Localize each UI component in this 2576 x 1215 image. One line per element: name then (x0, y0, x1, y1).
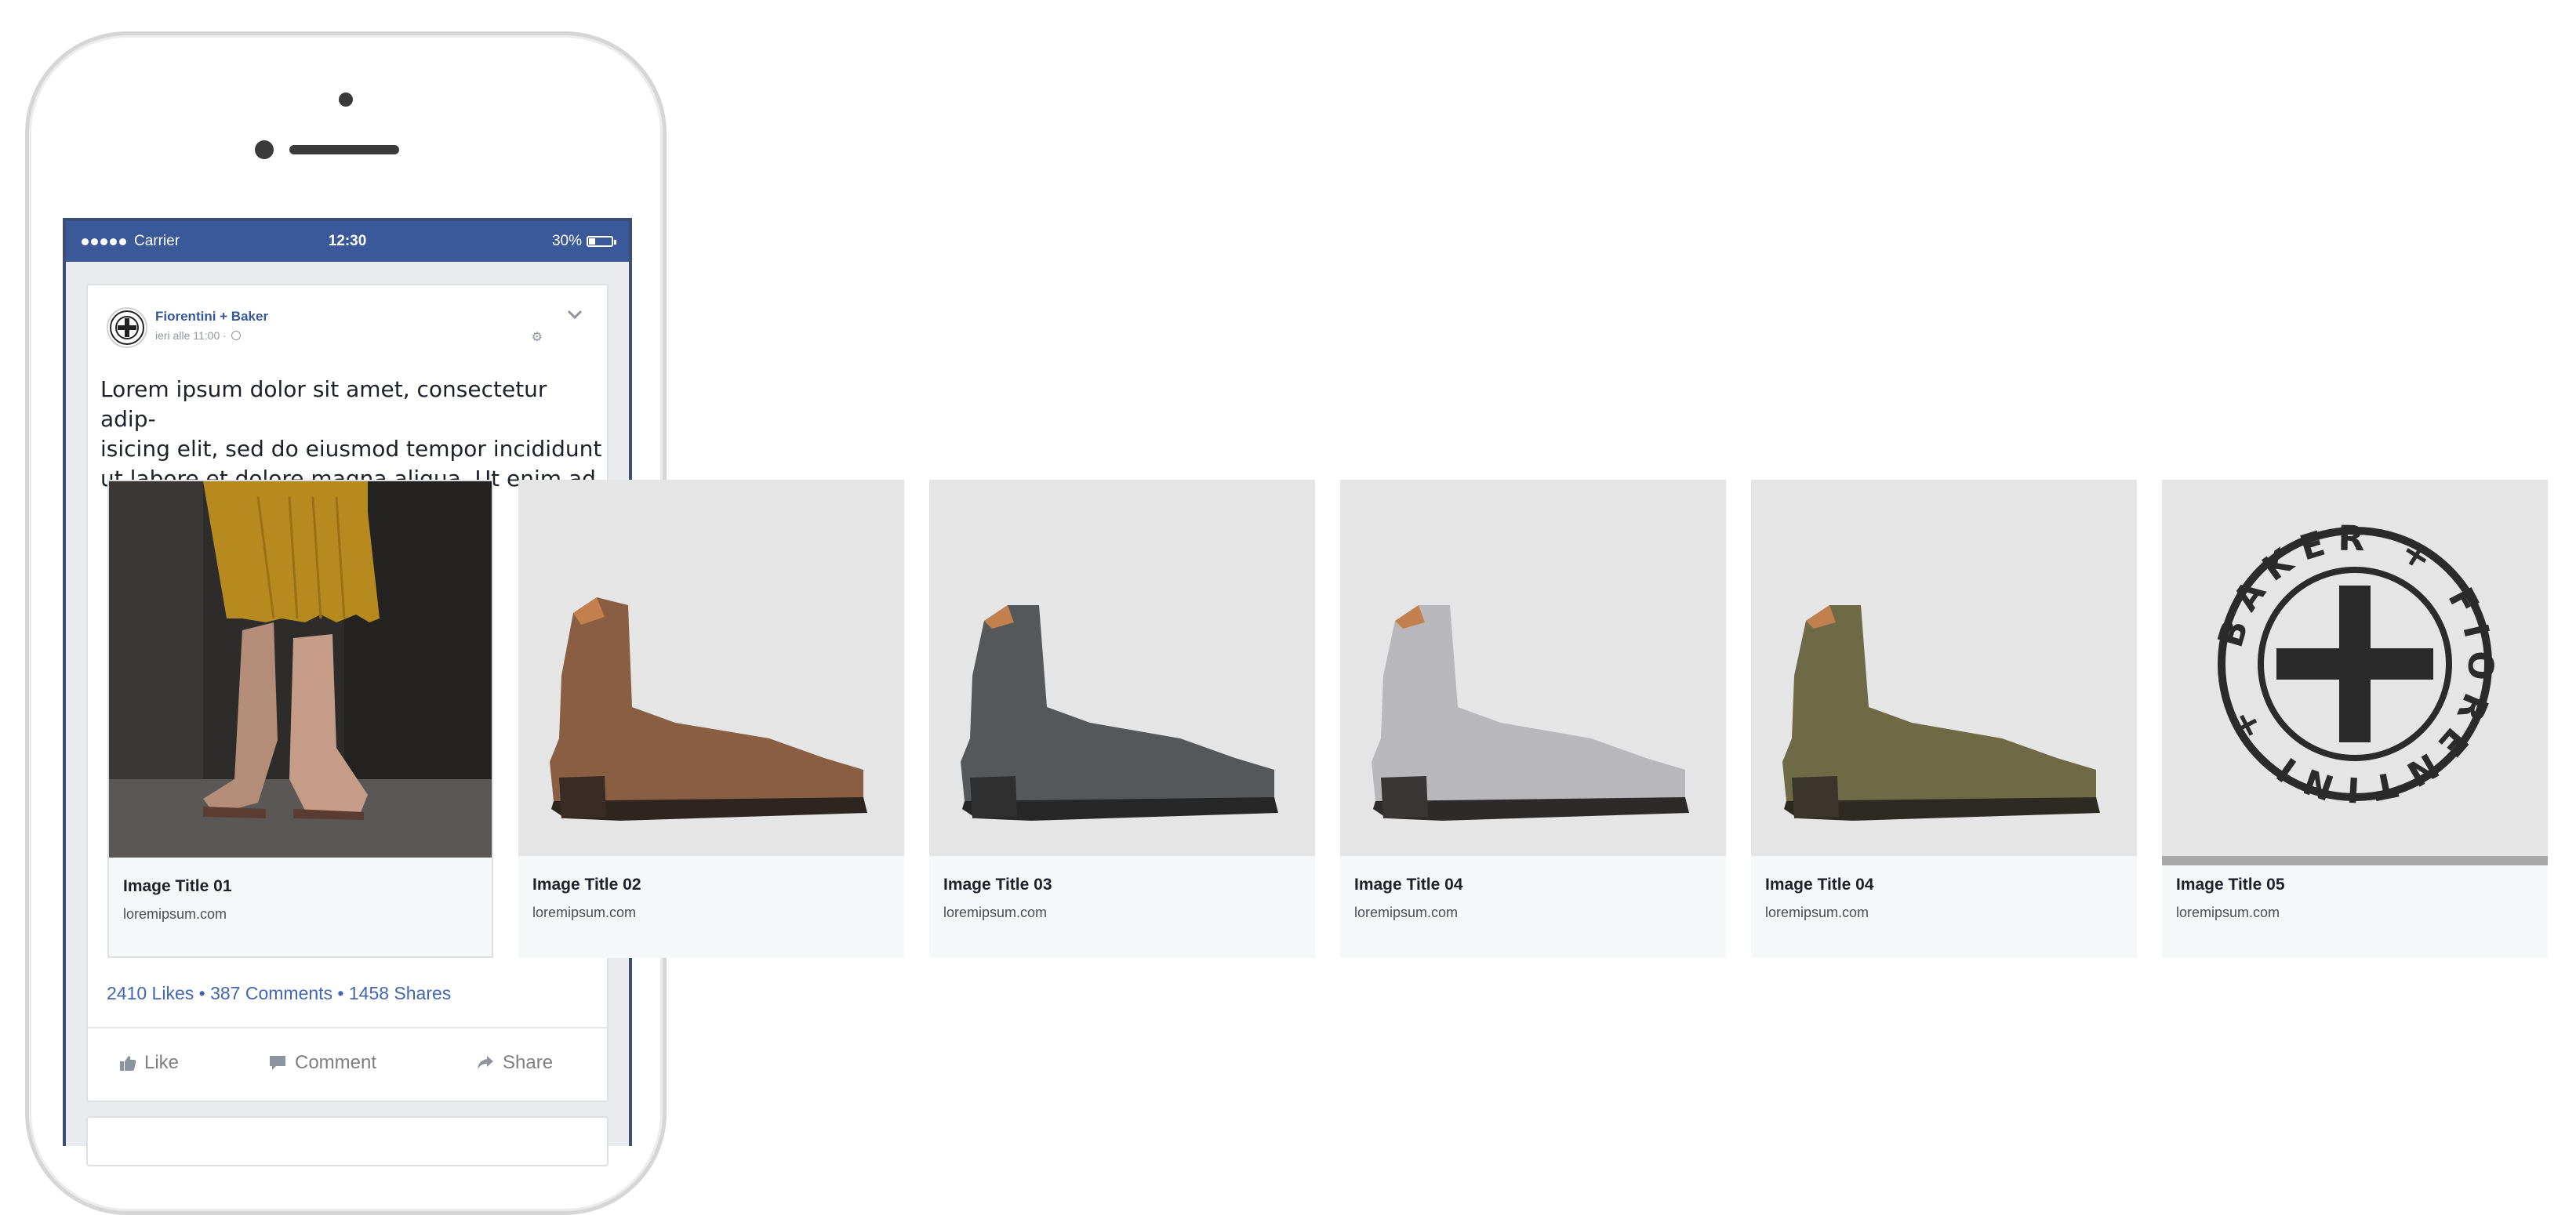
engagement-stats[interactable]: 2410 Likes • 387 Comments • 1458 Shares (107, 983, 451, 1004)
like-button[interactable]: Like (119, 1052, 179, 1074)
page-avatar[interactable] (107, 307, 147, 348)
carousel-url-1[interactable]: loremipsum.com (123, 906, 227, 923)
chevron-down-icon[interactable] (566, 306, 583, 323)
carousel-title-4[interactable]: Image Title 04 (1354, 876, 1463, 894)
carousel-image-5[interactable] (1751, 480, 2137, 856)
carousel-image-3[interactable] (929, 480, 1315, 856)
battery-icon (587, 236, 616, 247)
brown-boot-photo (550, 597, 867, 821)
brand-logo: BAKER + FIORENTINI + (2211, 519, 2492, 810)
post-meta: ieri alle 11:00 · (155, 329, 241, 342)
status-bar: Carrier 12:30 30% (66, 221, 629, 262)
carousel-title-5[interactable]: Image Title 04 (1765, 876, 1874, 894)
carousel-title-2[interactable]: Image Title 02 (532, 876, 641, 894)
carousel-card-6[interactable]: BAKER + FIORENTINI + Image Title 05 lore… (2162, 480, 2548, 958)
image-divider (2162, 856, 2548, 865)
comment-icon (270, 1056, 285, 1070)
globe-icon (231, 331, 241, 340)
grey-boot-photo (961, 605, 1278, 821)
earpiece-speaker (289, 145, 399, 154)
like-label: Like (144, 1052, 180, 1073)
carousel-title-6[interactable]: Image Title 05 (2176, 876, 2285, 894)
battery-percent: 30% (551, 233, 582, 249)
carousel-title-3[interactable]: Image Title 03 (943, 876, 1052, 894)
front-camera (339, 92, 353, 107)
post-text-line: Lorem ipsum dolor sit amet, consectetur … (100, 376, 547, 432)
carousel-card-1[interactable]: Image Title 01 loremipsum.com (107, 480, 493, 958)
brand-logo-icon (110, 310, 144, 345)
model-wearing-boots-photo (109, 481, 492, 858)
olive-boot-photo (1782, 605, 2100, 821)
carousel-url-3[interactable]: loremipsum.com (943, 905, 1047, 921)
carousel-url-2[interactable]: loremipsum.com (532, 905, 636, 921)
carousel-title-1[interactable]: Image Title 01 (123, 877, 232, 896)
carousel-card-4[interactable]: Image Title 04 loremipsum.com (1340, 480, 1726, 958)
silver-boot-photo (1372, 605, 1689, 821)
comment-button[interactable]: Comment (268, 1052, 376, 1074)
post-text-line: isicing elit, sed do eiusmod tempor inci… (100, 436, 602, 462)
settings-icon[interactable]: ⚙ (532, 329, 543, 345)
post-text: Lorem ipsum dolor sit amet, consectetur … (100, 375, 602, 494)
share-button[interactable]: Share (476, 1052, 553, 1074)
proximity-sensor (255, 140, 274, 159)
thumbs-up-icon (120, 1056, 136, 1071)
share-icon (478, 1056, 493, 1069)
post-timestamp[interactable]: ieri alle 11:00 · (155, 329, 227, 342)
carousel-card-2[interactable]: Image Title 02 loremipsum.com (518, 480, 904, 958)
comment-label: Comment (295, 1052, 377, 1073)
carousel-image-1[interactable] (109, 481, 492, 858)
clock: 12:30 (328, 233, 367, 249)
carousel-url-4[interactable]: loremipsum.com (1354, 905, 1458, 921)
carousel-url-6[interactable]: loremipsum.com (2176, 905, 2280, 921)
post-actions: Like Comment Share (88, 1027, 607, 1099)
carousel-card-5[interactable]: Image Title 04 loremipsum.com (1751, 480, 2137, 958)
carousel-image-6[interactable]: BAKER + FIORENTINI + (2162, 480, 2548, 856)
carousel-card-3[interactable]: Image Title 03 loremipsum.com (929, 480, 1315, 958)
share-label: Share (503, 1052, 554, 1073)
page-name-link[interactable]: Fiorentini + Baker (155, 309, 268, 325)
next-post-card (86, 1116, 609, 1166)
carousel-image-4[interactable] (1340, 480, 1726, 856)
carousel-url-5[interactable]: loremipsum.com (1765, 905, 1869, 921)
carousel-image-2[interactable] (518, 480, 904, 856)
